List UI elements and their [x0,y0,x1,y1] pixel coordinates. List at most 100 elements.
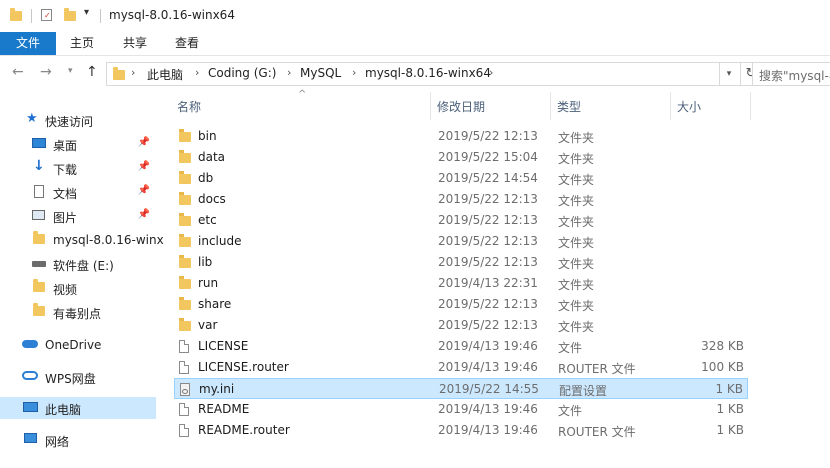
pin-icon[interactable]: 📌 [138,185,150,196]
file-row[interactable]: data 2019/5/22 15:04 文件夹 [174,147,748,168]
folder-icon [179,234,191,247]
nav-item-videos[interactable]: 视频 [0,277,156,299]
nav-label: 快速访问 [45,115,94,129]
column-header-name[interactable]: 名称 [177,98,201,115]
new-folder-icon[interactable] [64,8,76,21]
file-icon-wrap [179,276,191,289]
file-name: my.ini [199,382,235,396]
folder-icon [179,192,191,205]
file-size: 1 KB [715,382,743,396]
nav-item-mysql-folder[interactable]: mysql-8.0.16-winx [0,229,164,251]
nav-item-documents[interactable]: 文档 📌 [0,181,156,203]
file-row[interactable]: README 2019/4/13 19:46 文件 1 KB [174,399,748,420]
folder-icon [33,303,45,316]
nav-label: 有毒别点 [53,307,102,321]
tab-share[interactable]: 共享 [113,32,157,55]
chevron-right-icon[interactable]: › [195,66,199,79]
file-row[interactable]: var 2019/5/22 12:13 文件夹 [174,315,748,336]
nav-item-wps[interactable]: WPS网盘 [0,366,156,388]
download-icon: ↓ [33,158,45,174]
file-icon-wrap [179,340,189,353]
file-icon-wrap [179,255,191,268]
column-divider[interactable] [430,92,431,120]
address-bar[interactable]: › 此电脑 › Coding (G:) › MySQL › mysql-8.0.… [106,62,720,86]
file-row[interactable]: db 2019/5/22 14:54 文件夹 [174,168,748,189]
file-row[interactable]: bin 2019/5/22 12:13 文件夹 [174,126,748,147]
file-name: db [198,171,214,185]
tab-view[interactable]: 查看 [165,32,209,55]
pin-icon[interactable]: 📌 [138,161,150,172]
breadcrumb-current-folder[interactable]: mysql-8.0.16-winx64 [365,66,491,80]
nav-item-network[interactable]: 网络 [0,429,156,451]
properties-icon[interactable]: ✓ [41,9,52,21]
nav-label: 网络 [45,435,70,449]
file-type: ROUTER 文件 [558,425,636,439]
chevron-right-icon[interactable]: › [287,66,291,79]
file-row[interactable]: share 2019/5/22 12:13 文件夹 [174,294,748,315]
nav-item-onedrive[interactable]: OneDrive [0,334,156,356]
file-row[interactable]: docs 2019/5/22 12:13 文件夹 [174,189,748,210]
nav-label: 视频 [53,283,78,297]
chevron-right-icon[interactable]: › [489,66,493,79]
file-name: docs [198,192,226,206]
file-icon-wrap [179,192,191,205]
file-date: 2019/5/22 12:13 [438,234,538,248]
file-row[interactable]: LICENSE.router 2019/4/13 19:46 ROUTER 文件 10… [174,357,748,378]
breadcrumb-this-pc[interactable]: 此电脑 [147,66,183,83]
address-history-dropdown-icon[interactable]: ▾ [718,62,741,86]
folder-icon [113,67,125,80]
file-name: var [198,318,218,332]
nav-item-downloads[interactable]: ↓ 下载 📌 [0,157,156,179]
back-arrow-icon[interactable]: ← [12,64,24,80]
file-row[interactable]: LICENSE 2019/4/13 19:46 文件 328 KB [174,336,748,357]
separator [31,9,32,23]
recent-locations-dropdown-icon[interactable]: ▾ [68,66,73,76]
pin-icon[interactable]: 📌 [138,137,150,148]
chevron-right-icon[interactable]: › [352,66,356,79]
file-row[interactable]: my.ini 2019/5/22 14:55 配置设置 1 KB [174,378,748,399]
column-divider[interactable] [550,92,551,120]
file-row[interactable]: etc 2019/5/22 12:13 文件夹 [174,210,748,231]
file-row[interactable]: include 2019/5/22 12:13 文件夹 [174,231,748,252]
file-icon-wrap [179,361,189,374]
quick-access-toolbar-dropdown-icon[interactable]: ▾ [84,7,89,18]
nav-item-folder-poison[interactable]: 有毒别点 [0,301,156,323]
nav-item-this-pc[interactable]: 此电脑 [0,397,156,419]
file-type: 配置设置 [559,384,608,398]
nav-item-drive-e[interactable]: 软件盘 (E:) [0,253,156,275]
nav-item-pictures[interactable]: 图片 📌 [0,205,156,227]
breadcrumb-mysql[interactable]: MySQL [300,66,341,80]
file-size: 100 KB [701,360,744,374]
file-row[interactable]: README.router 2019/4/13 19:46 ROUTER 文件 1 K… [174,420,748,441]
column-header-size[interactable]: 大小 [677,98,701,115]
folder-icon [10,8,22,21]
file-name: lib [198,255,213,269]
file-type: 文件 [558,341,583,355]
file-icon-wrap [179,150,191,163]
search-input[interactable]: 搜索"mysql-8 [752,62,830,86]
file-row[interactable]: run 2019/4/13 22:31 文件夹 [174,273,748,294]
up-arrow-icon[interactable]: ↑ [86,64,98,80]
column-divider[interactable] [670,92,671,120]
folder-icon [179,171,191,184]
file-type: 文件夹 [558,257,595,271]
nav-quick-access[interactable]: ★ 快速访问 [0,109,156,131]
pin-icon[interactable]: 📌 [138,209,150,220]
breadcrumb-drive[interactable]: Coding (G:) [208,66,276,80]
column-header-date[interactable]: 修改日期 [437,98,485,115]
forward-arrow-icon[interactable]: → [40,64,52,80]
file-name: data [198,150,226,164]
tab-file[interactable]: 文件 [0,32,56,55]
column-header-type[interactable]: 类型 [557,98,581,115]
chevron-right-icon[interactable]: › [131,66,135,79]
file-date: 2019/5/22 12:13 [438,213,538,227]
column-divider[interactable] [750,92,751,120]
file-name: README.router [198,423,290,437]
nav-item-desktop[interactable]: 桌面 📌 [0,133,156,155]
tab-home[interactable]: 主页 [60,32,104,55]
file-type: 文件夹 [558,152,595,166]
file-date: 2019/5/22 15:04 [438,150,538,164]
file-size: 1 KB [716,402,744,416]
file-icon [179,340,189,353]
file-row[interactable]: lib 2019/5/22 12:13 文件夹 [174,252,748,273]
